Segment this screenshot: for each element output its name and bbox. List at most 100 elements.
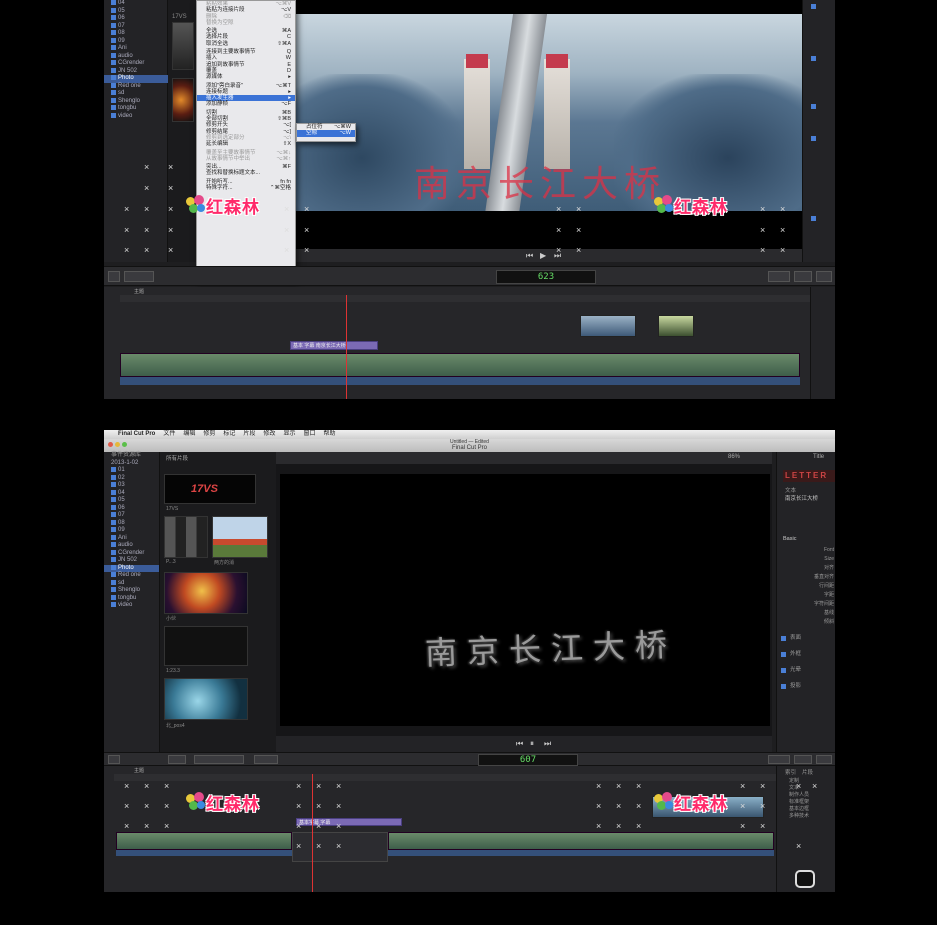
inspector-group[interactable]: 投影 [777, 678, 835, 694]
checkbox-icon[interactable] [781, 635, 786, 641]
menu-bar-item[interactable]: 编辑 [183, 430, 195, 439]
close-window-icon[interactable] [108, 442, 113, 447]
pause-icon[interactable]: ⏸ [530, 739, 534, 749]
library-item[interactable]: 05 [104, 7, 168, 16]
checkbox-icon[interactable] [781, 683, 786, 689]
play-icon[interactable]: ▶ [540, 251, 546, 260]
primary-storyline-clip[interactable] [388, 832, 774, 850]
select-tool-button[interactable] [254, 755, 278, 764]
checkbox-icon[interactable] [811, 104, 816, 109]
edit-tools-button[interactable] [124, 271, 154, 282]
library-item[interactable]: 09 [104, 37, 168, 46]
audio-track[interactable] [388, 850, 774, 856]
library-item[interactable]: 07 [104, 512, 159, 520]
library-item[interactable]: Photo [104, 564, 159, 572]
library-item[interactable]: JN 502 [104, 557, 159, 565]
clip-thumbnail[interactable] [164, 516, 208, 558]
library-item[interactable]: 08 [104, 30, 168, 38]
timeline-ruler[interactable] [120, 295, 810, 302]
checkbox-icon[interactable] [811, 56, 816, 61]
import-button[interactable] [108, 755, 120, 764]
library-item[interactable]: 07 [104, 22, 168, 31]
library-item[interactable]: 09 [104, 527, 159, 535]
library-item[interactable]: tongbu [104, 594, 159, 603]
library-item[interactable]: JN 502 [104, 67, 168, 76]
library-item[interactable]: video [104, 602, 159, 610]
library-item[interactable]: 04 [104, 489, 159, 498]
inspector-tab[interactable]: Title [813, 454, 824, 460]
library-item[interactable]: tongbu [104, 105, 168, 113]
index-item[interactable]: 多种技术 [789, 813, 835, 820]
clip-thumbnail[interactable] [164, 572, 248, 614]
import-button[interactable] [108, 271, 120, 282]
prev-frame-icon[interactable]: ⏮ [516, 739, 523, 749]
connected-clip[interactable] [580, 315, 636, 337]
library-item[interactable]: sd [104, 90, 168, 98]
index-item[interactable]: 制作人员 [789, 792, 835, 799]
menu-bar-item[interactable]: 显示 [283, 430, 295, 439]
clip-thumbnail[interactable] [172, 78, 194, 122]
library-item[interactable]: 04 [104, 0, 168, 8]
clip-thumbnail[interactable] [212, 516, 268, 558]
keyword-button[interactable] [168, 755, 186, 764]
library-item[interactable]: Ani [104, 534, 159, 543]
index-tab[interactable]: 片段 [802, 768, 813, 776]
checkbox-icon[interactable] [811, 216, 816, 221]
library-item[interactable]: 01 [104, 467, 159, 475]
library-item[interactable]: Shenglo [104, 97, 168, 106]
effects-button[interactable] [768, 755, 790, 764]
checkbox-icon[interactable] [781, 651, 786, 657]
checkbox-icon[interactable] [781, 667, 786, 673]
viewer-zoom[interactable]: 86% [728, 454, 740, 460]
menu-bar-item[interactable]: 帮助 [323, 430, 335, 439]
library-item[interactable]: 08 [104, 519, 159, 528]
prev-frame-icon[interactable]: ⏮ [526, 251, 533, 261]
inspector-group[interactable]: 表面 [777, 630, 835, 646]
connected-clip[interactable] [658, 315, 694, 337]
library-item[interactable]: sd [104, 579, 159, 588]
menu-bar-item[interactable]: 片段 [243, 430, 255, 439]
library-item[interactable]: Red one [104, 82, 168, 91]
next-frame-icon[interactable]: ⏭ [544, 739, 551, 749]
clip-thumbnail[interactable] [164, 626, 248, 666]
event-date[interactable]: 2013-1-02 [104, 460, 159, 468]
audio-track[interactable] [116, 850, 292, 856]
menu-item[interactable]: 特殊字符... ⌃⌘空格 [197, 185, 295, 191]
library-item[interactable]: Ani [104, 45, 168, 53]
library-item[interactable]: Shenglo [104, 587, 159, 595]
menu-bar-item[interactable]: 修剪 [203, 430, 215, 439]
clip-thumbnail[interactable]: 17VS [164, 474, 256, 504]
edit-tools-button[interactable] [194, 755, 244, 764]
library-item[interactable]: 02 [104, 474, 159, 483]
library-item[interactable]: 06 [104, 15, 168, 23]
effects-button[interactable] [768, 271, 790, 282]
playhead[interactable] [346, 295, 347, 399]
menu-bar-item[interactable]: 文件 [163, 430, 175, 439]
transitions-button[interactable] [794, 271, 812, 282]
inspector-group[interactable]: 光晕 [777, 662, 835, 678]
maximize-window-icon[interactable] [122, 442, 127, 447]
library-item[interactable]: audio [104, 542, 159, 550]
titles-button[interactable] [816, 271, 832, 282]
transitions-button[interactable] [794, 755, 812, 764]
timeline-ruler[interactable] [114, 774, 776, 781]
checkbox-icon[interactable] [811, 136, 816, 141]
primary-storyline-clip[interactable] [116, 832, 292, 850]
title-clip[interactable]: 基本 字幕 南京长江大桥 [290, 341, 378, 350]
menu-item[interactable]: 从故事情节中举出 ⌥⌘↑ [197, 156, 295, 162]
library-item[interactable]: 03 [104, 482, 159, 490]
library-item[interactable]: 05 [104, 497, 159, 505]
inspector-group[interactable]: 外框 [777, 646, 835, 662]
menu-bar-item[interactable]: 修改 [263, 430, 275, 439]
library-item[interactable]: Photo [104, 75, 168, 83]
menu-bar-item[interactable]: 标记 [223, 430, 235, 439]
index-tab[interactable]: 索引 [785, 768, 796, 776]
inspector-text-value[interactable]: 南京长江大桥 [785, 494, 818, 502]
audio-track[interactable] [120, 377, 800, 385]
menu-bar-item[interactable]: 窗口 [303, 430, 315, 439]
clip-thumbnail[interactable] [172, 22, 194, 70]
checkbox-icon[interactable] [811, 4, 816, 9]
library-item[interactable]: Red one [104, 572, 159, 580]
primary-storyline[interactable] [120, 353, 800, 377]
clip-thumbnail[interactable] [164, 678, 248, 720]
